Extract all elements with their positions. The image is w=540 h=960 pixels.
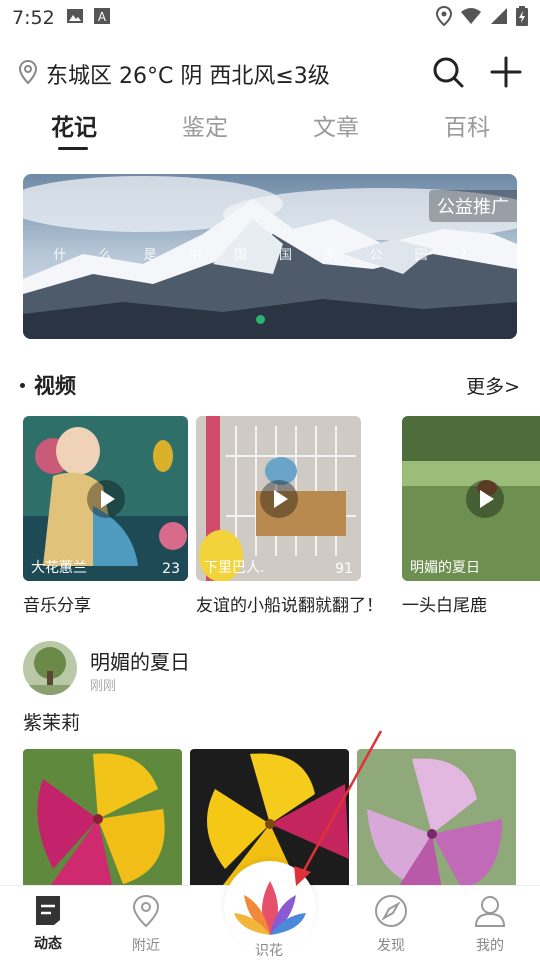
search-icon[interactable] bbox=[432, 56, 464, 92]
svg-text:A: A bbox=[98, 10, 107, 24]
post-text[interactable]: 紫茉莉 bbox=[23, 708, 80, 735]
location-pin-icon bbox=[131, 894, 161, 932]
text-a-icon: A bbox=[94, 8, 110, 28]
nav-label: 识花 bbox=[255, 943, 283, 959]
location-pin-icon[interactable] bbox=[18, 59, 38, 89]
video-view-count: 23 bbox=[162, 561, 180, 577]
nav-item-discover[interactable]: 发现 bbox=[351, 894, 431, 955]
compass-icon bbox=[374, 895, 408, 932]
location-bar: 东城区 26°C 阴 西北风≤3级 bbox=[0, 50, 540, 98]
video-author: 下里巴人. bbox=[204, 560, 265, 576]
person-icon bbox=[473, 896, 507, 932]
nav-item-feed[interactable]: 动态 bbox=[8, 894, 88, 953]
nav-label: 发现 bbox=[377, 938, 405, 954]
video-card[interactable]: 下里巴人. 91 友谊的小船说翻就翻了！ bbox=[196, 416, 383, 616]
video-author: 明媚的夏日 bbox=[410, 560, 480, 576]
add-icon[interactable] bbox=[490, 56, 522, 92]
play-icon[interactable] bbox=[466, 480, 504, 518]
wifi-icon bbox=[460, 7, 482, 29]
weather-location-text[interactable]: 东城区 26°C 阴 西北风≤3级 bbox=[46, 58, 330, 90]
active-tab-indicator bbox=[58, 147, 88, 150]
video-title[interactable]: 一头白尾鹿 bbox=[402, 591, 540, 616]
tab-wenzhang[interactable]: 文章 bbox=[296, 108, 376, 142]
video-card[interactable]: 大花蕙兰 23 音乐分享 bbox=[23, 416, 188, 616]
video-list: 大花蕙兰 23 音乐分享 下里巴人. 91 友谊的小船说翻就翻了！ 明媚的夏日 … bbox=[0, 416, 540, 616]
video-section-header: 视频 更多> bbox=[20, 368, 520, 402]
nav-item-nearby[interactable]: 附近 bbox=[106, 894, 186, 955]
tab-jianding[interactable]: 鉴定 bbox=[165, 108, 245, 142]
video-author: 大花蕙兰 bbox=[31, 560, 87, 576]
gallery-icon bbox=[66, 8, 84, 28]
status-time: 7:52 bbox=[12, 7, 55, 29]
video-section-title: 视频 bbox=[34, 374, 76, 398]
banner-caption: 什 么 是 中 国 国 家 公 园 ？ bbox=[53, 248, 487, 263]
battery-icon bbox=[516, 6, 528, 30]
status-bar: 7:52 A bbox=[0, 0, 540, 36]
video-title[interactable]: 音乐分享 bbox=[23, 591, 188, 616]
play-icon[interactable] bbox=[87, 480, 125, 518]
nav-item-me[interactable]: 我的 bbox=[450, 894, 530, 955]
signal-icon bbox=[490, 7, 508, 29]
nav-label: 动态 bbox=[34, 936, 62, 952]
video-title[interactable]: 友谊的小船说翻就翻了！ bbox=[196, 591, 383, 616]
video-thumbnail[interactable]: 明媚的夏日 bbox=[402, 416, 540, 581]
post-photo[interactable] bbox=[357, 749, 516, 889]
tab-huaji[interactable]: 花记 bbox=[34, 108, 114, 142]
promo-banner[interactable]: 公益推广 什 么 是 中 国 国 家 公 园 ？ bbox=[23, 174, 517, 339]
bottom-nav: 动态 附近 识花 发现 我的 bbox=[0, 861, 540, 960]
video-more-link[interactable]: 更多> bbox=[466, 372, 520, 399]
post-photo[interactable] bbox=[23, 749, 182, 889]
video-thumbnail[interactable]: 下里巴人. 91 bbox=[196, 416, 361, 581]
nav-label: 我的 bbox=[476, 938, 504, 954]
nav-label: 附近 bbox=[132, 938, 160, 954]
feed-icon bbox=[33, 896, 63, 930]
gps-icon bbox=[435, 5, 453, 30]
video-card[interactable]: 明媚的夏日 一头白尾鹿 bbox=[402, 416, 540, 616]
tab-baike[interactable]: 百科 bbox=[427, 108, 507, 142]
play-icon[interactable] bbox=[260, 480, 298, 518]
top-tabs: 花记 鉴定 文章 百科 bbox=[0, 108, 540, 158]
promo-badge: 公益推广 bbox=[429, 190, 517, 222]
post-header: 明媚的夏日 刚刚 bbox=[23, 641, 503, 695]
post-time: 刚刚 bbox=[90, 679, 117, 694]
post-author[interactable]: 明媚的夏日 bbox=[90, 646, 190, 675]
carousel-indicator bbox=[256, 315, 265, 324]
avatar[interactable] bbox=[23, 641, 77, 695]
video-view-count: 91 bbox=[335, 561, 353, 577]
section-bullet bbox=[20, 382, 25, 388]
video-thumbnail[interactable]: 大花蕙兰 23 bbox=[23, 416, 188, 581]
